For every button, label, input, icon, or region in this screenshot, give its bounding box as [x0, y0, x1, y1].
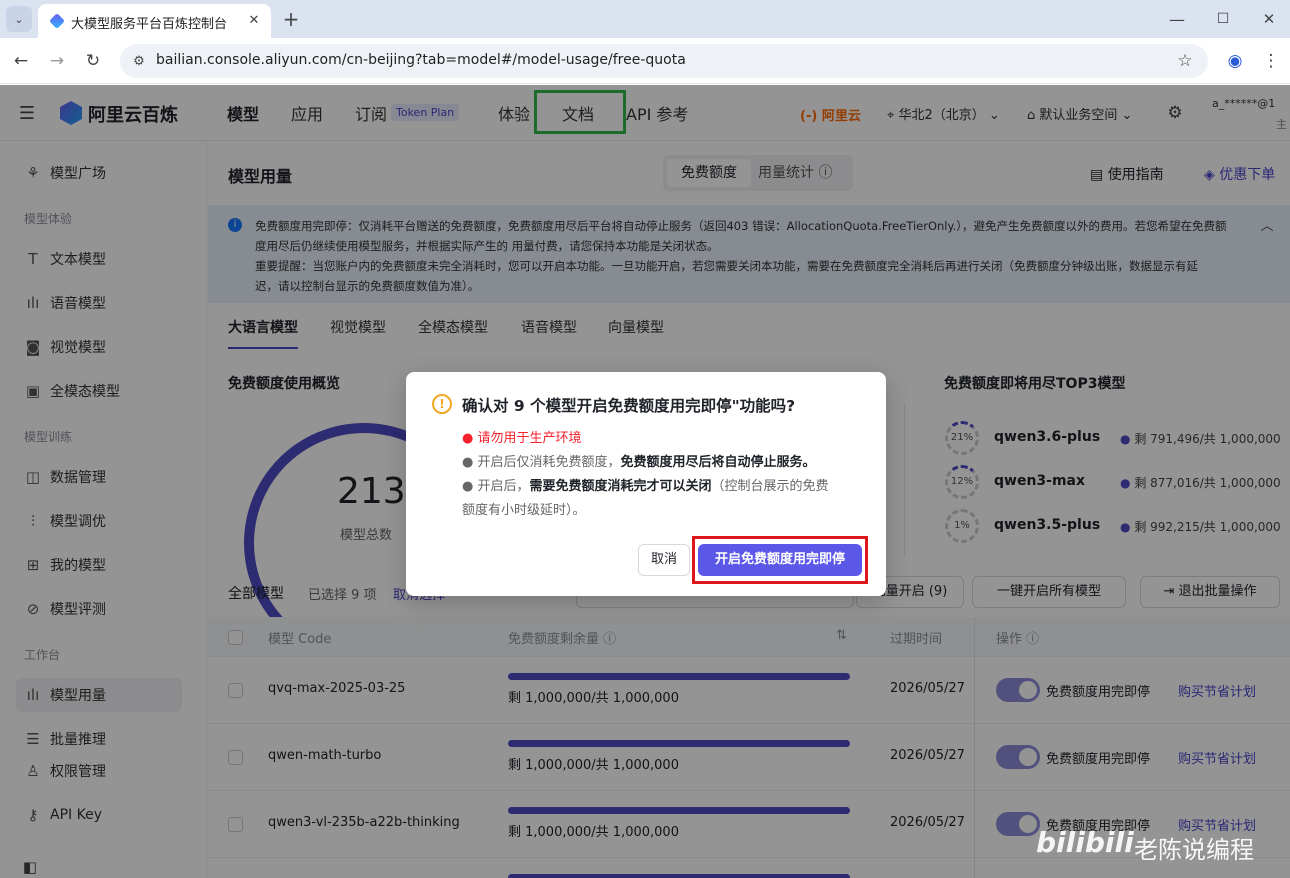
dialog-emphasis: 需要免费额度消耗完才可以关闭	[529, 479, 712, 494]
maximize-icon[interactable]: ☐	[1212, 8, 1234, 30]
address-bar-row: ← → ↻ ⚙ bailian.console.aliyun.com/cn-be…	[0, 38, 1290, 84]
tab-title: 大模型服务平台百炼控制台	[71, 17, 228, 32]
tab-close-icon[interactable]: ✕	[244, 10, 264, 30]
watermark-author: 老陈说编程	[1134, 836, 1254, 864]
url-field[interactable]: ⚙ bailian.console.aliyun.com/cn-beijing?…	[120, 44, 1208, 78]
browser-tab-active[interactable]: 大模型服务平台百炼控制台 ✕	[38, 4, 271, 38]
dialog-text: （控制台展示的免费	[711, 479, 829, 494]
confirm-dialog: ! 确认对 9 个模型开启免费额度用完即停"功能吗? ● 请勿用于生产环境 ● …	[406, 372, 886, 596]
dialog-emphasis: 免费额度用尽后将自动停止服务。	[620, 455, 816, 470]
minimize-icon[interactable]: —	[1166, 8, 1188, 30]
tab-list-chevron-icon[interactable]: ⌄	[6, 6, 32, 32]
dialog-text: ● 开启后，	[462, 479, 530, 494]
back-icon[interactable]: ←	[10, 50, 32, 72]
warning-icon: !	[432, 394, 452, 414]
url-text: bailian.console.aliyun.com/cn-beijing?ta…	[156, 52, 686, 68]
reload-icon[interactable]: ↻	[82, 50, 104, 72]
dialog-line-1: ● 开启后仅消耗免费额度，免费额度用尽后将自动停止服务。	[462, 451, 816, 470]
forward-icon[interactable]: →	[46, 50, 68, 72]
site-info-icon[interactable]: ⚙	[130, 52, 148, 70]
dialog-line-3: 额度有小时级延时）。	[462, 503, 586, 518]
profile-icon[interactable]: ◉	[1224, 50, 1246, 72]
new-tab-icon[interactable]: +	[280, 7, 302, 31]
tab-favicon-icon	[49, 13, 65, 29]
confirm-enable-button[interactable]: 开启免费额度用完即停	[698, 544, 862, 576]
window-close-icon[interactable]: ✕	[1258, 8, 1280, 30]
dialog-text: ● 开启后仅消耗免费额度，	[462, 455, 621, 470]
browser-tab-strip: ⌄ 大模型服务平台百炼控制台 ✕ + — ☐ ✕	[0, 0, 1290, 38]
bilibili-watermark-logo: bilibili	[1036, 826, 1134, 859]
cancel-button[interactable]: 取消	[638, 544, 690, 576]
dialog-line-2: ● 开启后，需要免费额度消耗完才可以关闭（控制台展示的免费	[462, 475, 829, 494]
bookmark-star-icon[interactable]: ☆	[1174, 50, 1196, 72]
browser-menu-icon[interactable]: ⋮	[1260, 50, 1282, 72]
dialog-title: 确认对 9 个模型开启免费额度用完即停"功能吗?	[462, 397, 796, 415]
dialog-warn-line: ● 请勿用于生产环境	[462, 431, 582, 446]
